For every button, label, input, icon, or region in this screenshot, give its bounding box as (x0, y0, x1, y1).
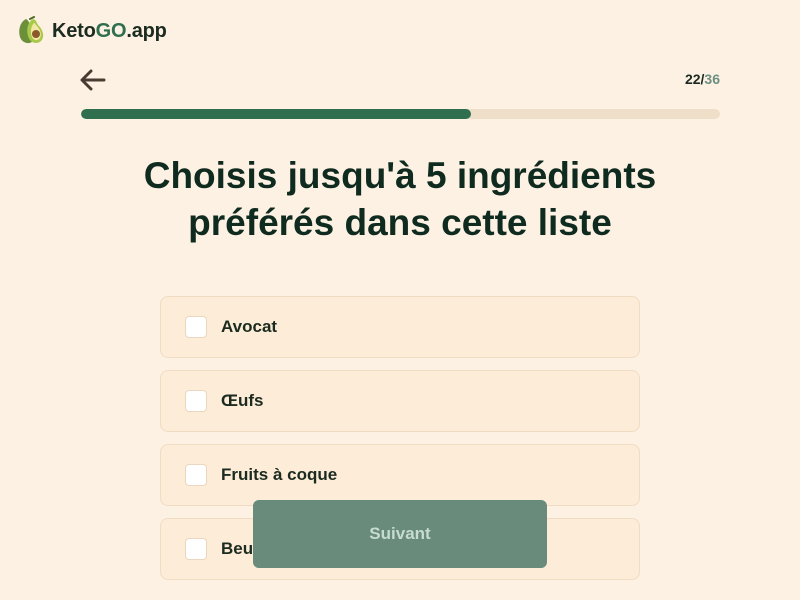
next-button[interactable]: Suivant (253, 500, 547, 568)
brand-name-end: .app (126, 19, 167, 42)
step-counter: 22/36 (685, 71, 720, 87)
option-checkbox[interactable] (185, 316, 207, 338)
avocado-icon (19, 16, 44, 44)
option-label: Avocat (221, 317, 278, 336)
step-current: 22 (684, 71, 701, 87)
question-title: Choisis jusqu'à 5 ingrédients préférés d… (143, 155, 657, 243)
back-button[interactable] (78, 66, 108, 94)
step-total: 36 (704, 71, 720, 87)
option-checkbox[interactable] (185, 390, 207, 412)
progress-fill (81, 109, 472, 119)
brand-name-mid: G (95, 19, 112, 42)
arrow-left-icon (80, 69, 106, 91)
option-checkbox[interactable] (185, 538, 207, 560)
brand-name: KetoGO.app (52, 20, 167, 43)
option-item[interactable]: Œufs (160, 370, 640, 432)
option-label: Fruits à coque (221, 465, 338, 484)
progress-bar (81, 109, 720, 119)
option-item[interactable]: Fruits à coque (160, 444, 640, 506)
option-label: Œufs (221, 391, 264, 410)
brand-logo[interactable]: KetoGO.app (16, 16, 167, 46)
brand-name-o: O (111, 19, 127, 42)
option-item[interactable]: Avocat (160, 296, 640, 358)
option-checkbox[interactable] (185, 464, 207, 486)
brand-name-start: Keto (52, 19, 96, 42)
